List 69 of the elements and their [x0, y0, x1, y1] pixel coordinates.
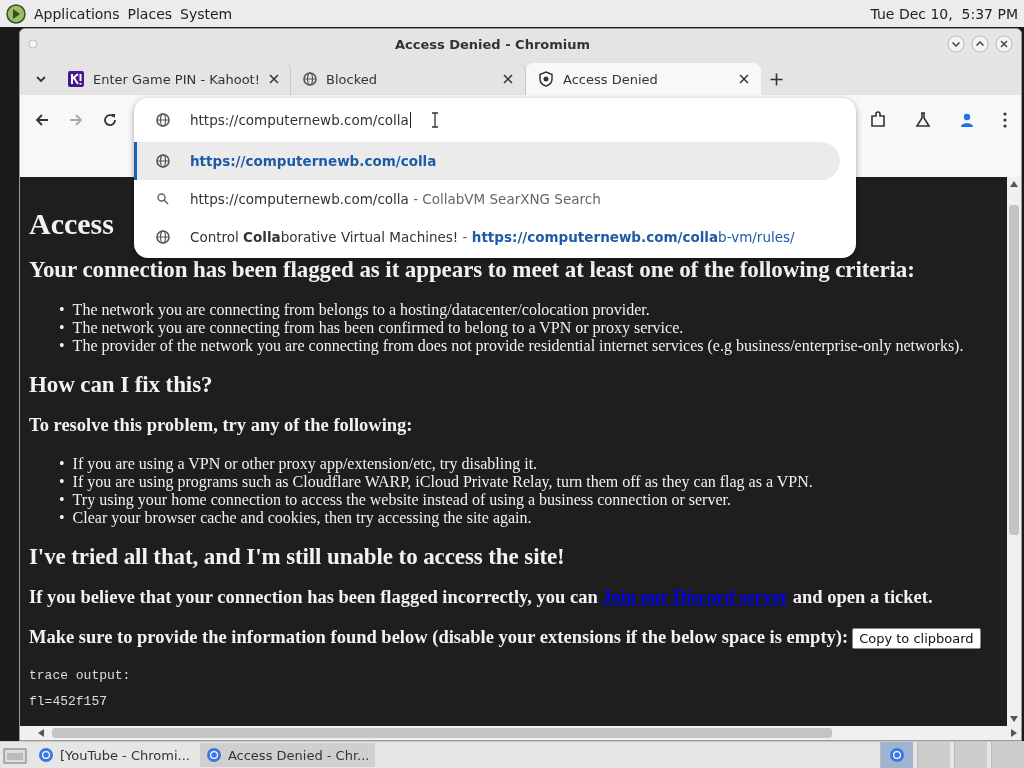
paragraph: If you believe that your connection has been flagged incorrectly, you can Join our Discord server and open a ticket.: [29, 587, 934, 608]
extensions-icon[interactable]: [869, 111, 887, 129]
section-heading: Your connection has been flagged as it appears to meet at least one of the following criteria:: [29, 257, 916, 283]
menu-item[interactable]: Applications: [34, 5, 120, 22]
profile-icon[interactable]: [959, 112, 975, 128]
list-item: Clear your browser cache and cookies, then try accessing the site again.: [72, 509, 532, 527]
suggestion-row[interactable]: https://computernewb.com/colla: [134, 142, 840, 180]
workspace-button[interactable]: [880, 742, 913, 768]
scroll-up-icon[interactable]: [1010, 181, 1018, 187]
scroll-down-icon[interactable]: [1010, 716, 1018, 722]
new-tab-icon[interactable]: [769, 72, 783, 86]
globe-icon: [156, 154, 170, 168]
subheading: To resolve this problem, try any of the following:: [29, 415, 414, 436]
search-icon: [156, 192, 170, 206]
taskbar-button[interactable]: [YouTube - Chromi...: [32, 743, 196, 767]
bullet: •: [59, 336, 65, 355]
scroll-right-icon[interactable]: [1011, 729, 1017, 737]
menu-logo-icon[interactable]: [6, 3, 26, 24]
flask-icon[interactable]: [915, 112, 931, 128]
suggestion-row[interactable]: Control Collaborative Virtual Machines! - https://computernewb.com/collab-vm/rules/: [134, 218, 840, 256]
back-icon[interactable]: [34, 112, 50, 128]
address-field[interactable]: https://computernewb.com/colla: [190, 112, 411, 128]
close-tab-icon[interactable]: [739, 74, 749, 84]
section-heading: I've tried all that, and I'm still unable to access the site!: [29, 544, 566, 570]
close-tab-icon[interactable]: [268, 74, 279, 84]
scroll-left-icon[interactable]: [38, 729, 44, 737]
chromium-icon: [38, 747, 54, 763]
text-cursor-icon: [430, 112, 439, 128]
instruction-text: Make sure to provide the information found below (disable your extensions if the below space is empty):: [29, 627, 849, 647]
shield-icon: [538, 71, 554, 87]
reload-icon[interactable]: [102, 112, 118, 128]
list-item: The network you are connecting from belongs to a hosting/datacenter/colocation provider.: [72, 300, 650, 319]
trace-line: trace output:: [29, 668, 132, 685]
suggestion-row[interactable]: https://computernewb.com/colla - CollabVM SearXNG Search: [134, 180, 840, 218]
minimize-icon[interactable]: [947, 35, 965, 53]
clock: Tue Dec 10, 5:37 PM: [870, 5, 1018, 22]
bullet: •: [59, 490, 65, 509]
maximize-icon[interactable]: [971, 35, 989, 53]
list-item: If you are using a VPN or other proxy app/extension/etc, try disabling it.: [72, 454, 538, 473]
list-item: Try using your home connection to access the website instead of using a business connection or server.: [72, 491, 731, 509]
close-tab-icon[interactable]: [503, 74, 513, 84]
menu-item[interactable]: System: [180, 5, 233, 22]
browser-tab[interactable]: Access Denied: [526, 63, 761, 95]
bullet: •: [59, 472, 65, 491]
globe-icon: [303, 72, 317, 86]
kahoot-icon: [68, 71, 84, 87]
list-item: If you are using programs such as Cloudflare WARP, iCloud Private Relay, turn them off as they can flag as a VPN.: [72, 473, 813, 491]
chromium-icon: [205, 747, 222, 763]
bullet: •: [59, 454, 65, 473]
chromium-icon[interactable]: [888, 746, 906, 764]
copy-button[interactable]: Copy to clipboard: [852, 628, 981, 650]
trace-line: fl=452f157: [29, 694, 108, 711]
section-heading: How can I fix this?: [29, 372, 214, 398]
scrollbar-thumb[interactable]: [1009, 205, 1019, 535]
bullet: •: [59, 300, 65, 319]
scrollbar-thumb[interactable]: [52, 728, 832, 738]
bullet: •: [59, 318, 65, 337]
taskbar-button[interactable]: Access Denied - Chr...: [199, 743, 376, 767]
page-heading: Access: [29, 207, 115, 241]
bullet: •: [59, 508, 65, 527]
menu-item[interactable]: Places: [127, 5, 173, 22]
list-item: The network you are connecting from has been confirmed to belong to a VPN or proxy service.: [72, 319, 684, 337]
list-item: The provider of the network you are connecting from does not provide residential internet services (e.g business/enterprise-only networks).: [72, 337, 964, 355]
close-icon[interactable]: [995, 35, 1013, 53]
globe-icon: [156, 230, 170, 244]
globe-icon: [156, 113, 170, 127]
menu-icon[interactable]: [1003, 112, 1007, 128]
window-title: Access Denied - Chromium: [393, 36, 592, 52]
dropdown-icon[interactable]: [35, 73, 47, 85]
